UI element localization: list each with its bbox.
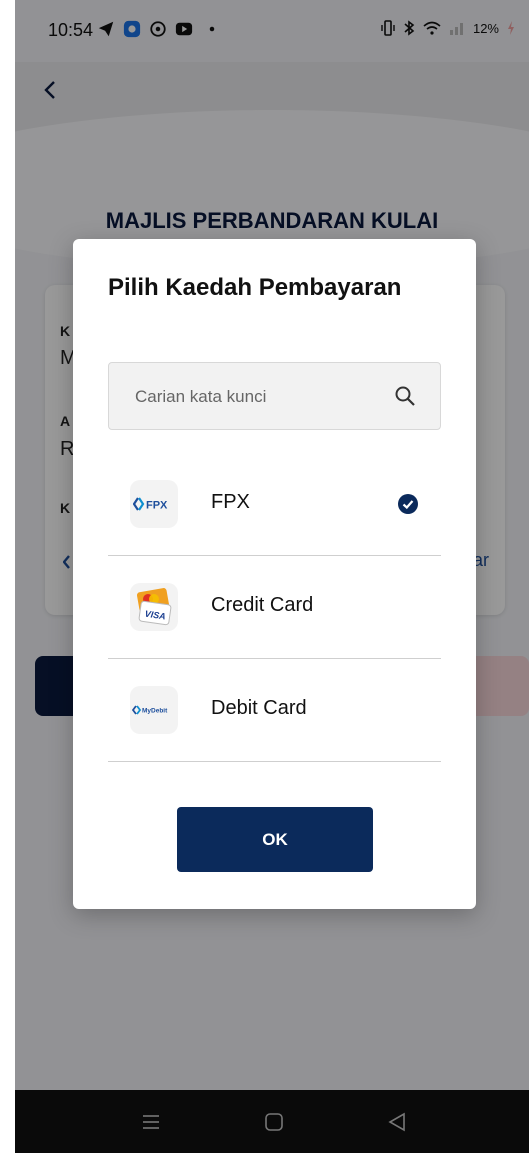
- option-label-credit-card: Credit Card: [211, 594, 314, 616]
- payment-option-debit-card[interactable]: MyDebit Debit Card: [108, 659, 441, 762]
- option-label-debit-card: Debit Card: [211, 697, 307, 719]
- mydebit-text: MyDebit: [142, 708, 168, 715]
- payment-option-fpx[interactable]: FPX FPX: [108, 453, 441, 556]
- option-label-fpx: FPX: [211, 491, 250, 513]
- fpx-logo-text: FPX: [146, 500, 168, 512]
- back-nav-icon[interactable]: [385, 1110, 409, 1134]
- payment-option-credit-card[interactable]: VISA Credit Card: [108, 556, 441, 659]
- mydebit-logo: MyDebit: [130, 686, 178, 734]
- check-icon: [398, 494, 418, 514]
- fpx-logo-icon: FPX: [133, 497, 168, 512]
- modal-title: Pilih Kaedah Pembayaran: [108, 274, 402, 301]
- ok-button[interactable]: OK: [177, 807, 373, 872]
- home-icon[interactable]: [262, 1110, 286, 1134]
- credit-card-icon: VISA: [136, 588, 172, 626]
- system-nav-bar: [15, 1090, 529, 1153]
- payment-method-modal: Pilih Kaedah Pembayaran FPX FPX: [73, 239, 476, 909]
- mydebit-icon: MyDebit: [132, 705, 168, 715]
- search-icon[interactable]: [394, 385, 416, 407]
- fpx-logo: FPX: [130, 480, 178, 528]
- menu-icon[interactable]: [139, 1110, 163, 1134]
- search-input[interactable]: [133, 363, 387, 431]
- credit-card-logo: VISA: [130, 583, 178, 631]
- phone-screen: 10:54 12% MAJLIS PERBANDARAN KULAI K M A…: [15, 0, 529, 1153]
- search-box[interactable]: [108, 362, 441, 431]
